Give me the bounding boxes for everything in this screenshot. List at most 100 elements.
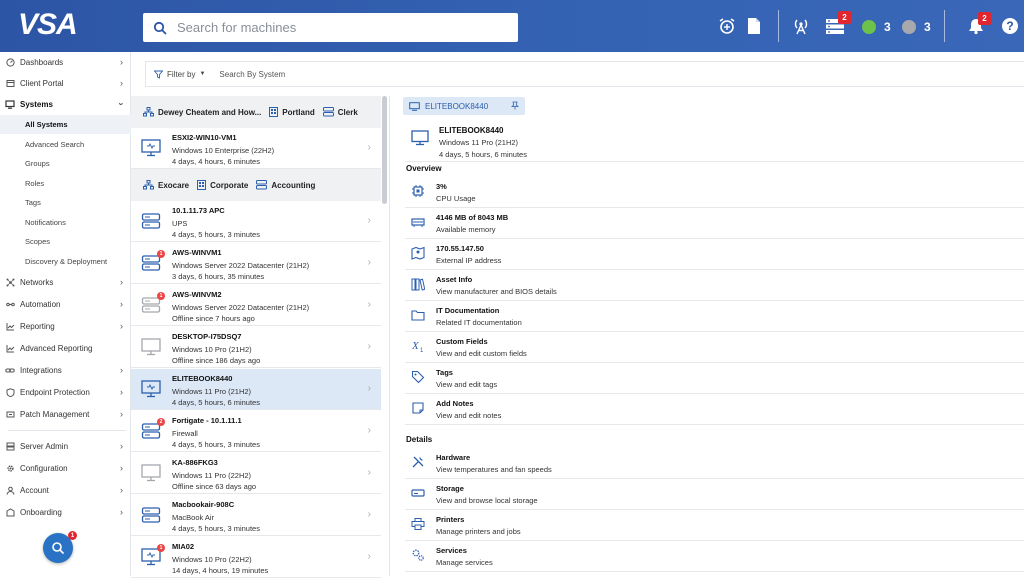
machine-status: 4 days, 5 hours, 3 minutes xyxy=(172,440,260,449)
search-input[interactable] xyxy=(177,14,497,41)
machine-os: Windows 10 Pro (21H2) xyxy=(172,345,252,354)
group-org: Dewey Cheatem and How... xyxy=(158,107,262,117)
sidebar-item-account[interactable]: Account › xyxy=(0,480,131,500)
sidebar-sub-discovery-deployment[interactable]: Discovery & Deployment xyxy=(0,252,131,271)
help-icon[interactable]: ? xyxy=(998,14,1022,38)
detail-row-title: 170.55.147.50 xyxy=(436,244,484,253)
site-icon xyxy=(197,180,207,190)
machine-list-item[interactable]: DESKTOP-I75DSQ7 Windows 10 Pro (21H2) Offl… xyxy=(131,327,381,368)
machine-list-item[interactable]: Macbookair-908C MacBook Air 4 days, 5 hour… xyxy=(131,495,381,536)
sidebar-item-systems[interactable]: Systems › xyxy=(0,94,131,114)
detail-row-gears[interactable]: Services Manage services xyxy=(405,541,1024,572)
machine-name: MIA02 xyxy=(172,542,195,551)
sidebar-sub-notifications[interactable]: Notifications xyxy=(0,213,131,232)
sidebar-item-label: Automation xyxy=(20,299,61,309)
machine-os: Windows 11 Pro (22H2) xyxy=(172,471,252,480)
detail-row-books[interactable]: Asset Info View manufacturer and BIOS det… xyxy=(405,270,1024,301)
detail-row-tag[interactable]: Tags View and edit tags xyxy=(405,363,1024,394)
filter-by-label: Filter by xyxy=(167,69,196,79)
sidebar-item-label: Client Portal xyxy=(20,78,64,88)
list-scrollbar[interactable] xyxy=(382,96,387,204)
detail-row-cpu[interactable]: 3% CPU Usage xyxy=(405,177,1024,208)
chevron-right-icon: › xyxy=(120,485,123,495)
detail-row-variable[interactable]: X 1 Custom Fields View and edit custom fiel… xyxy=(405,332,1024,363)
sidebar-item-reporting[interactable]: Reporting › xyxy=(0,316,131,336)
sidebar-item-configuration[interactable]: Configuration › xyxy=(0,458,131,478)
machine-list-item[interactable]: KA-886FKG3 Windows 11 Pro (22H2) Offline s… xyxy=(131,453,381,494)
detail-row-note[interactable]: Add Notes View and edit notes xyxy=(405,394,1024,425)
offline-status-dot[interactable] xyxy=(902,20,916,34)
sidebar-sub-groups[interactable]: Groups xyxy=(0,154,131,173)
machine-list-item[interactable]: 1 MIA02 Windows 10 Pro (22H2) 14 days, 4 ho… xyxy=(131,537,381,578)
sidebar-sub-all-systems[interactable]: All Systems xyxy=(0,115,131,134)
sidebar-item-label: Networks xyxy=(20,277,54,287)
machine-status: 4 days, 5 hours, 6 minutes xyxy=(172,398,260,407)
sidebar-item-label: Account xyxy=(20,485,49,495)
machine-list-item[interactable]: 1 AWS-WINVM1 Windows Server 2022 Datacente… xyxy=(131,243,381,284)
pin-icon[interactable] xyxy=(510,101,520,112)
machine-list-item[interactable]: ELITEBOOK8440 Windows 11 Pro (21H2) 4 days… xyxy=(131,369,381,410)
detail-row-subtitle: Available memory xyxy=(436,225,496,234)
sidebar-item-patch-management[interactable]: Patch Management › xyxy=(0,404,131,424)
detail-row-storage[interactable]: Storage View and browse local storage xyxy=(405,479,1024,510)
sidebar-sub-tags[interactable]: Tags xyxy=(0,193,131,212)
toolbar-divider xyxy=(944,10,945,42)
machine-name: AWS-WINVM1 xyxy=(172,248,222,257)
sidebar-sub-scopes[interactable]: Scopes xyxy=(0,232,131,251)
machine-list-item[interactable]: 1 AWS-WINVM2 Windows Server 2022 Datacente… xyxy=(131,285,381,326)
chevron-right-icon: › xyxy=(367,551,371,562)
filter-icon xyxy=(154,70,163,79)
chevron-right-icon: › xyxy=(367,341,371,352)
sidebar-item-endpoint-protection[interactable]: Endpoint Protection › xyxy=(0,382,131,402)
group-header[interactable]: Dewey Cheatem and How... Portland Clerk xyxy=(131,96,381,128)
antenna-icon[interactable] xyxy=(789,14,813,38)
chevron-right-icon: › xyxy=(120,463,123,473)
sidebar-item-dashboards[interactable]: Dashboards › xyxy=(0,52,131,72)
details-heading: Details xyxy=(406,435,433,444)
machine-name: Fortigate - 10.1.11.1 xyxy=(172,416,242,425)
detail-row-folder[interactable]: IT Documentation Related IT documentation xyxy=(405,301,1024,332)
tag-icon xyxy=(411,370,425,384)
sidebar-item-networks[interactable]: Networks › xyxy=(0,272,131,292)
detail-row-title: 3% xyxy=(436,182,447,191)
detail-row-map[interactable]: 170.55.147.50 External IP address xyxy=(405,239,1024,270)
sidebar-sub-roles[interactable]: Roles xyxy=(0,174,131,193)
machine-status: Offline since 7 hours ago xyxy=(172,314,255,323)
sidebar-item-automation[interactable]: Automation › xyxy=(0,294,131,314)
sidebar-item-label: Systems xyxy=(20,99,53,109)
vsa-logo[interactable]: VSA xyxy=(18,8,98,42)
machine-status: 4 days, 4 hours, 6 minutes xyxy=(172,157,260,166)
detail-panel: ELITEBOOK8440 ELITEBOOK8440 Windows 11 P… xyxy=(391,90,1024,576)
sidebar-sub-advanced-search[interactable]: Advanced Search xyxy=(0,135,131,154)
group-header[interactable]: Exocare Corporate Accounting xyxy=(131,169,381,201)
alert-badge: 1 xyxy=(157,544,165,552)
site-icon xyxy=(269,107,279,117)
servers-badge: 2 xyxy=(838,11,851,24)
sidebar-item-integrations[interactable]: Integrations › xyxy=(0,360,131,380)
selected-machine-tab[interactable]: ELITEBOOK8440 xyxy=(403,97,525,115)
alert-badge: 1 xyxy=(157,292,165,300)
sidebar-item-onboarding[interactable]: Onboarding › xyxy=(0,502,131,522)
search-by-system[interactable]: Search By System xyxy=(219,70,285,79)
detail-row-subtitle: External IP address xyxy=(436,256,502,265)
machine-os: Windows Server 2022 Datacenter (21H2) xyxy=(172,261,310,270)
machine-list-item[interactable]: ESXI2-WIN10-VM1 Windows 10 Enterprise (22… xyxy=(131,128,381,169)
chevron-right-icon: › xyxy=(367,467,371,478)
filter-by-dropdown[interactable]: Filter by ▼ xyxy=(154,70,205,79)
caret-down-icon: ▼ xyxy=(199,71,206,77)
detail-row-subtitle: Manage printers and jobs xyxy=(436,527,521,536)
detail-row-printer[interactable]: Printers Manage printers and jobs xyxy=(405,510,1024,541)
sidebar-item-advanced-reporting[interactable]: Advanced Reporting xyxy=(0,338,131,358)
detail-row-memory[interactable]: 4146 MB of 8043 MB Available memory xyxy=(405,208,1024,239)
machine-list-item[interactable]: 2 Fortigate - 10.1.11.1 Firewall 4 days, 5 … xyxy=(131,411,381,452)
alarm-clock-icon[interactable] xyxy=(715,14,739,38)
sidebar-item-server-admin[interactable]: Server Admin › xyxy=(0,436,131,456)
document-icon[interactable] xyxy=(742,14,766,38)
machine-list-item[interactable]: 10.1.11.73 APC UPS 4 days, 5 hours, 3 minu… xyxy=(131,201,381,242)
org-icon xyxy=(143,107,154,117)
online-status-dot[interactable] xyxy=(862,20,876,34)
search-icon xyxy=(143,13,177,42)
sidebar-item-client-portal[interactable]: Client Portal › xyxy=(0,73,131,93)
detail-row-tools[interactable]: Hardware View temperatures and fan speeds xyxy=(405,448,1024,479)
machine-os: Windows 10 Pro (22H2) xyxy=(172,555,252,564)
